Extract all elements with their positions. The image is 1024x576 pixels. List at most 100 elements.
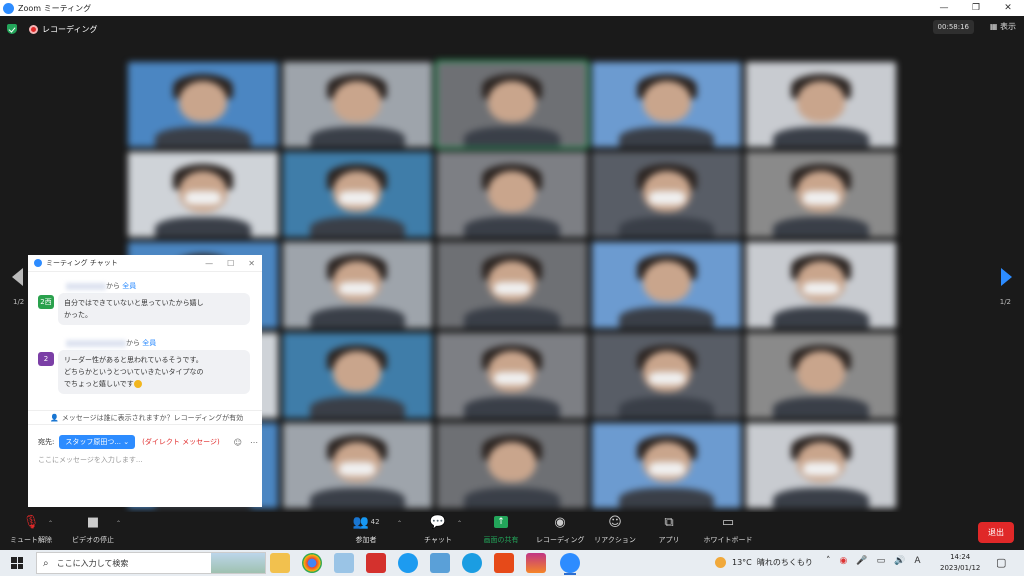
emoji-icon[interactable]: ☺ xyxy=(234,438,242,447)
participant-video-tile[interactable] xyxy=(437,152,587,238)
chat-caret-icon[interactable]: ⌃ xyxy=(457,520,462,527)
notebook-icon[interactable] xyxy=(430,553,450,573)
presentation-app-icon[interactable] xyxy=(366,553,386,573)
chat-header: ミーティング チャット — ☐ ✕ xyxy=(28,255,262,272)
weather-temp: 13°C xyxy=(732,558,752,567)
participant-video-tile[interactable] xyxy=(591,152,742,238)
meeting-timer: 00:58:16 xyxy=(932,20,974,34)
participant-video-tile[interactable] xyxy=(282,242,433,328)
close-button[interactable]: ✕ xyxy=(992,3,1024,13)
instagram-icon[interactable] xyxy=(526,553,546,573)
recording-icon xyxy=(29,24,38,34)
participant-video-tile[interactable] xyxy=(437,242,587,328)
previous-page-arrow-icon[interactable] xyxy=(12,268,23,286)
taskbar-search[interactable]: ⌕ ここに入力して検索 xyxy=(36,552,266,574)
page-indicator-left: 1/2 xyxy=(13,298,25,306)
mute-options-caret-icon[interactable]: ⌃ xyxy=(48,520,53,527)
show-hidden-icons-icon[interactable]: ˄ xyxy=(826,556,831,566)
chrome-icon[interactable] xyxy=(302,553,322,573)
security-shield-icon[interactable] xyxy=(7,24,17,34)
message-sender: から 全員 xyxy=(66,338,250,350)
participants-icon: 👥 xyxy=(352,514,369,530)
chat-button[interactable]: 💬 チャット xyxy=(420,512,456,545)
visibility-notice[interactable]: 👤 メッセージは誰に表示されますか？レコーディングが有効 xyxy=(28,410,262,425)
office-icon[interactable] xyxy=(494,553,514,573)
participant-video-tile[interactable] xyxy=(128,62,278,148)
participant-video-tile[interactable] xyxy=(282,62,433,148)
recipient-dropdown[interactable]: スタッフ原田つ... ⌄ xyxy=(59,435,136,449)
participant-video-tile[interactable] xyxy=(591,242,742,328)
weather-widget[interactable]: 13°C 晴れのちくもり xyxy=(715,557,813,568)
participants-caret-icon[interactable]: ⌃ xyxy=(397,520,402,527)
recipient-link[interactable]: 全員 xyxy=(142,339,156,347)
next-page-arrow-icon[interactable] xyxy=(1001,268,1012,286)
ime-mode-icon[interactable]: A xyxy=(914,556,920,566)
clock-time: 14:24 xyxy=(950,553,971,561)
zoom-logo-icon xyxy=(3,2,14,14)
whiteboard-icon: ▭ xyxy=(721,514,735,530)
chat-maximize-button[interactable]: ☐ xyxy=(227,259,234,268)
participant-video-tile[interactable] xyxy=(282,152,433,238)
recipient-row: 宛先: スタッフ原田つ... ⌄ (ダイレクト メッセージ) ☺ ⋯ xyxy=(38,435,258,449)
restore-button[interactable]: ❐ xyxy=(960,3,992,13)
participant-video-tile[interactable] xyxy=(591,62,742,148)
minimize-button[interactable]: — xyxy=(928,3,960,13)
taskbar-clock[interactable]: 14:24 2023/01/12 xyxy=(940,552,980,574)
participants-count: 42 xyxy=(370,518,380,526)
microphone-icon[interactable]: 🎤 xyxy=(856,556,867,566)
recipient-link[interactable]: 全員 xyxy=(122,282,136,290)
chat-panel: ミーティング チャット — ☐ ✕ から 全員 2西 自分ではできていないと思っ… xyxy=(28,255,262,507)
participant-video-tile[interactable] xyxy=(282,422,433,508)
speaker-icon[interactable]: 🔊 xyxy=(894,556,905,566)
participant-video-tile[interactable] xyxy=(282,332,433,418)
participant-video-tile[interactable] xyxy=(591,332,742,418)
meeting-controls: 🎙 ミュート解除 ⌃ ■ ビデオの停止 ⌃ 👥 42 参加者 ⌃ 💬 チャット ⌃… xyxy=(0,512,1024,550)
security-tray-icon[interactable]: ◉ xyxy=(840,556,848,566)
twitter-icon[interactable] xyxy=(398,553,418,573)
reactions-button[interactable]: ☺ リアクション xyxy=(594,512,636,545)
more-icon[interactable]: ⋯ xyxy=(250,438,258,447)
video-options-caret-icon[interactable]: ⌃ xyxy=(116,520,121,527)
direct-message-label: (ダイレクト メッセージ) xyxy=(142,438,220,446)
leave-button[interactable]: 退出 xyxy=(978,522,1014,543)
edge-icon[interactable] xyxy=(462,553,482,573)
chat-minimize-button[interactable]: — xyxy=(205,259,213,268)
unmute-button[interactable]: 🎙 ミュート解除 xyxy=(6,512,56,545)
share-screen-button[interactable]: ↑ 画面の共有 xyxy=(478,512,524,545)
paint-icon[interactable] xyxy=(334,553,354,573)
message-input[interactable]: ここにメッセージを入力します... xyxy=(38,455,143,465)
system-tray: ˄ ◉ 🎤 ▭ 🔊 A xyxy=(826,556,920,566)
record-icon: ◉ xyxy=(554,514,566,530)
participant-video-tile[interactable] xyxy=(746,332,896,418)
grid-icon: ▦ xyxy=(989,22,998,31)
chat-close-button[interactable]: ✕ xyxy=(248,259,255,268)
chat-bubble-icon: 💬 xyxy=(429,514,447,530)
participant-video-tile[interactable] xyxy=(437,422,587,508)
participant-video-tile[interactable] xyxy=(746,422,896,508)
message-bubble: 自分ではできていないと思っていたから嬉し かった。 xyxy=(58,293,250,325)
message-bubble: リーダー性があると思われているそうです。 どちらかというとついていきたいタイプな… xyxy=(58,350,250,394)
stop-video-button[interactable]: ■ ビデオの停止 xyxy=(66,512,120,545)
participant-video-tile[interactable] xyxy=(746,62,896,148)
participants-button[interactable]: 👥 42 参加者 xyxy=(346,512,386,545)
whiteboard-button[interactable]: ▭ ホワイトボード xyxy=(700,512,756,545)
notification-icon[interactable]: ▢ xyxy=(996,556,1006,569)
network-icon[interactable]: ▭ xyxy=(877,556,886,566)
chat-message: から 全員 2西 自分ではできていないと思っていたから嬉し かった。 xyxy=(36,281,250,325)
apps-button[interactable]: ⧉ アプリ xyxy=(654,512,684,545)
zoom-logo-icon xyxy=(34,259,42,267)
record-button[interactable]: ◉ レコーディング xyxy=(536,512,585,545)
participant-video-tile[interactable] xyxy=(591,422,742,508)
windows-start-icon[interactable] xyxy=(11,557,23,569)
zoom-taskbar-icon[interactable] xyxy=(560,553,580,575)
view-button[interactable]: ▦ 表示 xyxy=(990,21,1016,32)
file-explorer-icon[interactable] xyxy=(270,553,290,573)
participant-video-tile[interactable] xyxy=(437,332,587,418)
participant-video-tile[interactable] xyxy=(746,152,896,238)
participant-video-tile[interactable] xyxy=(746,242,896,328)
participant-video-tile[interactable] xyxy=(128,152,278,238)
participant-video-tile[interactable] xyxy=(435,59,589,150)
title-bar: Zoom ミーティング — ❐ ✕ xyxy=(0,0,1024,16)
recording-label: レコーディング xyxy=(42,24,98,34)
chat-title: ミーティング チャット xyxy=(46,259,118,267)
